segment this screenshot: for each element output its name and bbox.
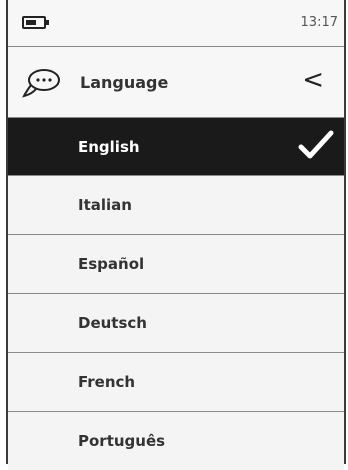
language-list: English Italian Español Deutsch French P…: [8, 118, 344, 470]
page-title: Language: [80, 73, 169, 92]
language-header: Language <: [8, 47, 344, 118]
language-label: Español: [78, 255, 145, 273]
language-item-deutsch[interactable]: Deutsch: [8, 294, 344, 353]
language-item-portugues[interactable]: Português: [8, 412, 344, 470]
back-arrow-icon[interactable]: <: [302, 67, 324, 93]
language-label: Português: [78, 432, 166, 450]
language-item-english[interactable]: English: [8, 118, 344, 176]
language-item-italian[interactable]: Italian: [8, 176, 344, 235]
battery-icon: [22, 16, 49, 29]
clock: 13:17: [300, 15, 338, 30]
speech-bubble-icon: [22, 69, 60, 98]
device-screen: 13:17 Language < English Italian Español…: [6, 0, 346, 470]
status-bar: 13:17: [8, 0, 344, 47]
language-label: Italian: [78, 196, 132, 214]
language-label: English: [78, 138, 140, 156]
checkmark-icon: [298, 130, 334, 159]
language-item-espanol[interactable]: Español: [8, 235, 344, 294]
language-item-french[interactable]: French: [8, 353, 344, 412]
language-label: Deutsch: [78, 314, 147, 332]
language-label: French: [78, 373, 136, 391]
